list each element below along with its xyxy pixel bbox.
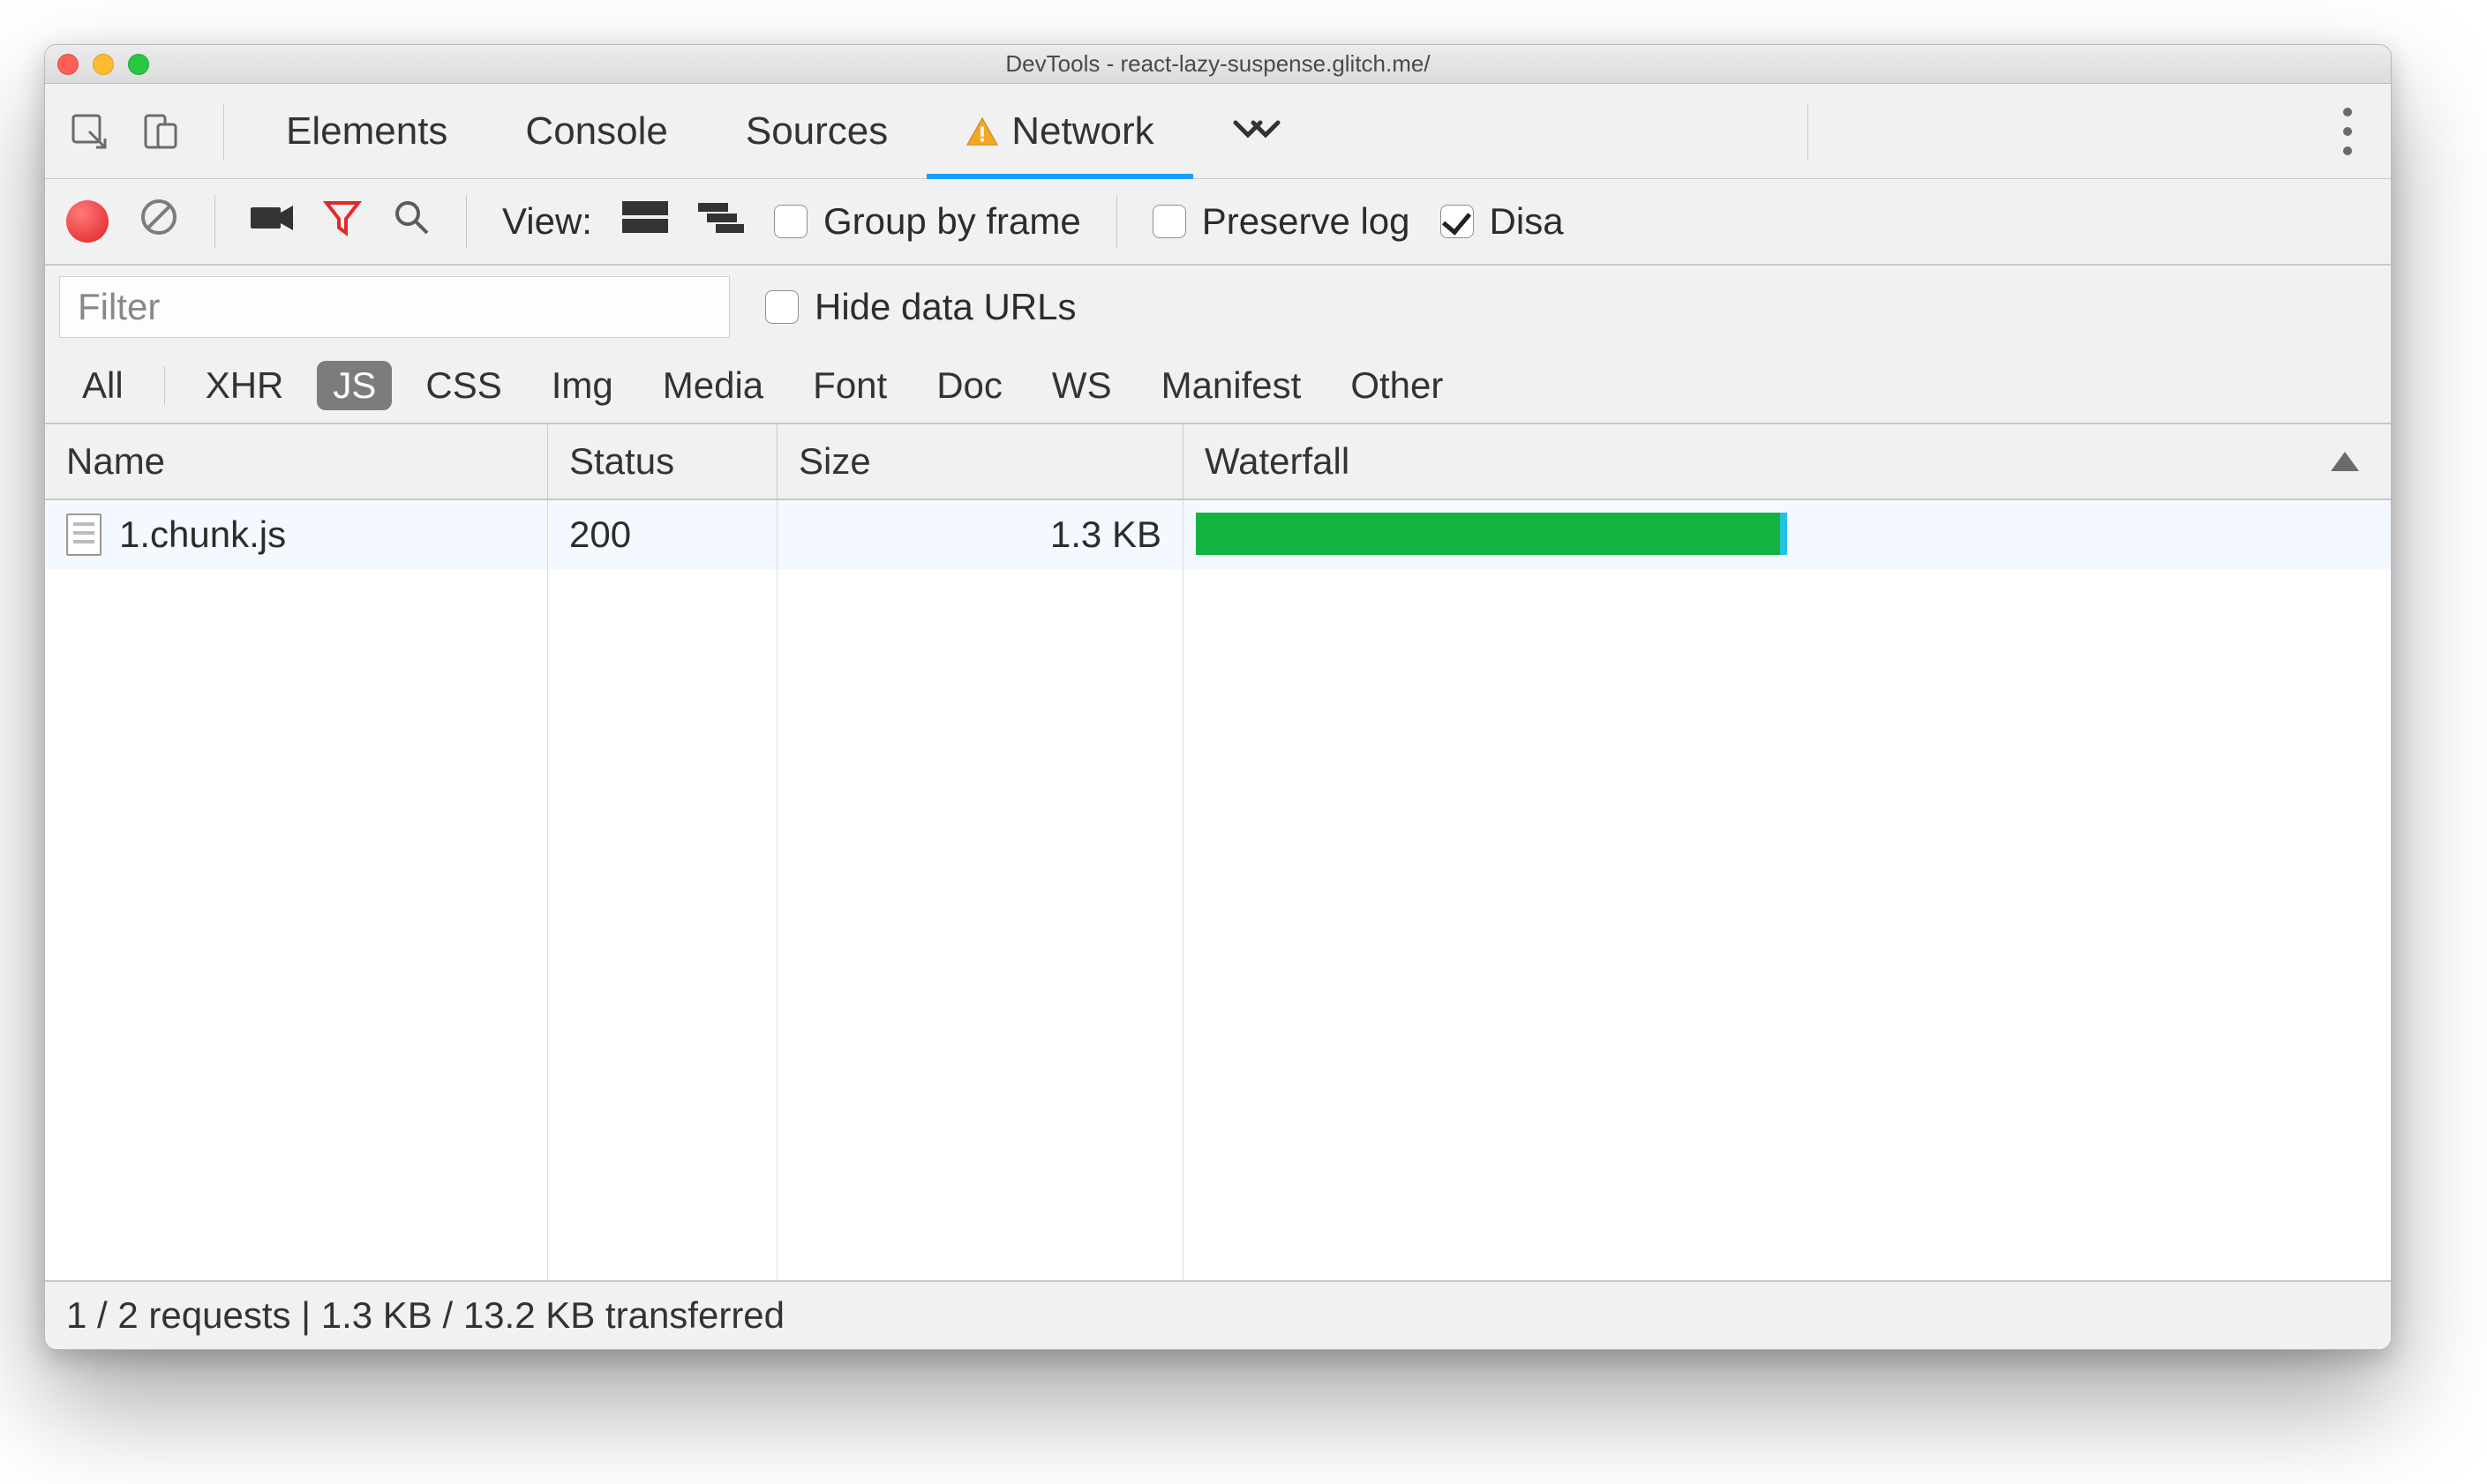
- separator-icon: [214, 195, 215, 248]
- checkbox-icon: [765, 290, 799, 324]
- checkbox-icon: [1440, 205, 1474, 238]
- tab-label: Console: [525, 109, 667, 154]
- disable-cache-checkbox[interactable]: Disa: [1440, 200, 1564, 243]
- type-chip-css[interactable]: CSS: [409, 361, 517, 410]
- overview-button[interactable]: [698, 199, 744, 244]
- filter-icon[interactable]: [323, 198, 362, 245]
- status-bar: 1 / 2 requests | 1.3 KB / 13.2 KB transf…: [45, 1280, 2391, 1349]
- column-waterfall[interactable]: Waterfall: [1183, 424, 2391, 498]
- tab-label: Sources: [746, 109, 888, 154]
- column-name[interactable]: Name: [45, 424, 548, 498]
- cell-waterfall: [1183, 500, 2391, 569]
- record-button[interactable]: [66, 200, 109, 243]
- inspect-element-icon[interactable]: [70, 112, 109, 151]
- separator-icon: [164, 366, 165, 405]
- request-type-filters: All XHR JS CSS Img Media Font Doc WS Man…: [45, 349, 2391, 423]
- zoom-window-icon[interactable]: [128, 54, 149, 75]
- group-by-frame-checkbox[interactable]: Group by frame: [774, 200, 1081, 243]
- table-body: 1.chunk.js 200 1.3 KB: [45, 500, 2391, 1280]
- table-row[interactable]: 1.chunk.js 200 1.3 KB: [45, 500, 2391, 569]
- type-chip-doc[interactable]: Doc: [920, 361, 1018, 410]
- screenshot-button[interactable]: [251, 200, 293, 243]
- tab-label: Network: [1011, 109, 1153, 154]
- more-tabs-button[interactable]: [1193, 84, 1320, 178]
- window-title: DevTools - react-lazy-suspense.glitch.me…: [45, 50, 2391, 78]
- network-toolbar: View: Group by frame Preserve log Disa: [45, 179, 2391, 266]
- type-chip-manifest[interactable]: Manifest: [1146, 361, 1318, 410]
- checkbox-label: Disa: [1490, 200, 1564, 243]
- checkbox-label: Hide data URLs: [815, 286, 1076, 328]
- separator-icon: [466, 195, 467, 248]
- tab-sources[interactable]: Sources: [707, 84, 927, 178]
- hide-data-urls-checkbox[interactable]: Hide data URLs: [765, 286, 1076, 328]
- script-file-icon: [66, 513, 101, 556]
- window-controls: [57, 54, 149, 75]
- table-empty-area: [45, 569, 2391, 1280]
- settings-menu-button[interactable]: [2318, 84, 2377, 178]
- tab-network[interactable]: Network: [927, 84, 1192, 178]
- column-status[interactable]: Status: [548, 424, 778, 498]
- checkbox-icon: [1153, 205, 1186, 238]
- cell-status: 200: [548, 500, 778, 569]
- minimize-window-icon[interactable]: [93, 54, 114, 75]
- devtools-window: DevTools - react-lazy-suspense.glitch.me…: [44, 44, 2392, 1350]
- checkbox-icon: [774, 205, 808, 238]
- type-chip-other[interactable]: Other: [1334, 361, 1459, 410]
- type-chip-media[interactable]: Media: [647, 361, 779, 410]
- cell-name: 1.chunk.js: [45, 500, 548, 569]
- device-toolbar-icon[interactable]: [140, 112, 179, 151]
- tab-console[interactable]: Console: [486, 84, 706, 178]
- filter-input[interactable]: [59, 276, 730, 338]
- table-header: Name Status Size Waterfall: [45, 424, 2391, 500]
- type-chip-img[interactable]: Img: [536, 361, 629, 410]
- requests-table: Name Status Size Waterfall 1.chunk.js 20…: [45, 423, 2391, 1280]
- tab-label: Elements: [286, 109, 447, 154]
- preserve-log-checkbox[interactable]: Preserve log: [1153, 200, 1410, 243]
- separator-icon: [1116, 195, 1117, 248]
- waterfall-bar: [1196, 513, 1787, 555]
- filter-bar: Hide data URLs: [45, 266, 2391, 349]
- separator-icon: [223, 103, 224, 160]
- large-rows-button[interactable]: [622, 199, 668, 244]
- search-icon[interactable]: [392, 198, 431, 245]
- type-chip-all[interactable]: All: [66, 361, 139, 410]
- checkbox-label: Group by frame: [823, 200, 1081, 243]
- warning-icon: [965, 115, 999, 148]
- panel-tabs: Elements Console Sources Network: [45, 84, 2391, 179]
- type-chip-xhr[interactable]: XHR: [190, 361, 300, 410]
- tab-elements[interactable]: Elements: [247, 84, 486, 178]
- checkbox-label: Preserve log: [1202, 200, 1410, 243]
- column-size[interactable]: Size: [778, 424, 1183, 498]
- view-label: View:: [502, 200, 592, 243]
- separator-icon: [1807, 103, 1808, 160]
- clear-button[interactable]: [139, 197, 179, 246]
- cell-size: 1.3 KB: [778, 500, 1183, 569]
- type-chip-ws[interactable]: WS: [1036, 361, 1128, 410]
- request-name: 1.chunk.js: [119, 513, 286, 556]
- type-chip-font[interactable]: Font: [797, 361, 903, 410]
- status-text: 1 / 2 requests | 1.3 KB / 13.2 KB transf…: [66, 1294, 785, 1337]
- titlebar: DevTools - react-lazy-suspense.glitch.me…: [45, 45, 2391, 84]
- type-chip-js[interactable]: JS: [317, 361, 392, 410]
- close-window-icon[interactable]: [57, 54, 79, 75]
